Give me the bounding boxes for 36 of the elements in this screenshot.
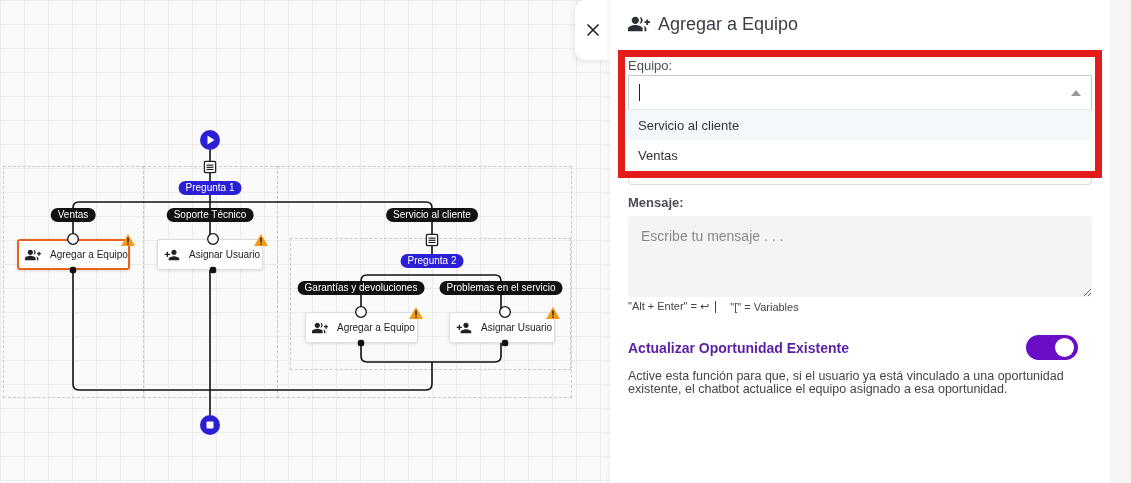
output-port — [69, 266, 77, 274]
toggle-label: Actualizar Oportunidad Existente — [628, 339, 849, 356]
text-cursor — [639, 84, 640, 101]
caret-icon — [1071, 89, 1081, 96]
shortcut-hint: "Alt + Enter" = ↩ — [628, 300, 710, 313]
input-port — [67, 233, 79, 245]
branch-label[interactable]: Servicio al cliente — [386, 208, 478, 222]
field-label: Mensaje: — [628, 195, 685, 210]
message-field[interactable]: Escribe tu mensaje . . . — [628, 216, 1092, 297]
description-text: Active esta función para que, si el usuario ya está vinculado a una oportunidad existente, el chatbot actualice el equipo asignado a esa oportunidad. — [628, 370, 1065, 396]
input-port — [207, 233, 219, 245]
input-port — [499, 306, 511, 318]
question-icon — [425, 233, 439, 247]
start-icon[interactable] — [200, 130, 220, 150]
branch-label[interactable]: Garantías y devoluciones — [297, 281, 425, 295]
toggle-switch[interactable] — [1026, 335, 1078, 360]
output-port — [357, 339, 365, 347]
action-node[interactable]: Asignar Usuario — [157, 239, 263, 270]
output-port — [501, 339, 509, 347]
action-node[interactable]: Agregar a Equipo — [305, 312, 418, 343]
stop-icon[interactable] — [200, 415, 220, 435]
dropdown-option[interactable]: Servicio al cliente — [628, 110, 1092, 140]
action-node[interactable]: Agregar a Equipo — [17, 239, 130, 270]
shortcut-hint: "[" = Variables — [730, 300, 799, 313]
input-port — [355, 306, 367, 318]
branch-label[interactable]: Soporte Técnico — [166, 208, 254, 222]
field-label: Equipo: — [628, 57, 674, 75]
action-node[interactable]: Asignar Usuario — [449, 312, 555, 343]
question-icon — [203, 160, 217, 174]
output-port — [209, 266, 217, 274]
branch-label[interactable]: Ventas — [50, 208, 96, 222]
question-label[interactable]: Pregunta 2 — [400, 254, 464, 268]
branch-label[interactable]: Problemas en el servicio — [439, 281, 563, 295]
panel-title: Agregar a Equipo — [658, 13, 799, 35]
close-button[interactable] — [575, 0, 610, 60]
question-label[interactable]: Pregunta 1 — [178, 181, 242, 195]
